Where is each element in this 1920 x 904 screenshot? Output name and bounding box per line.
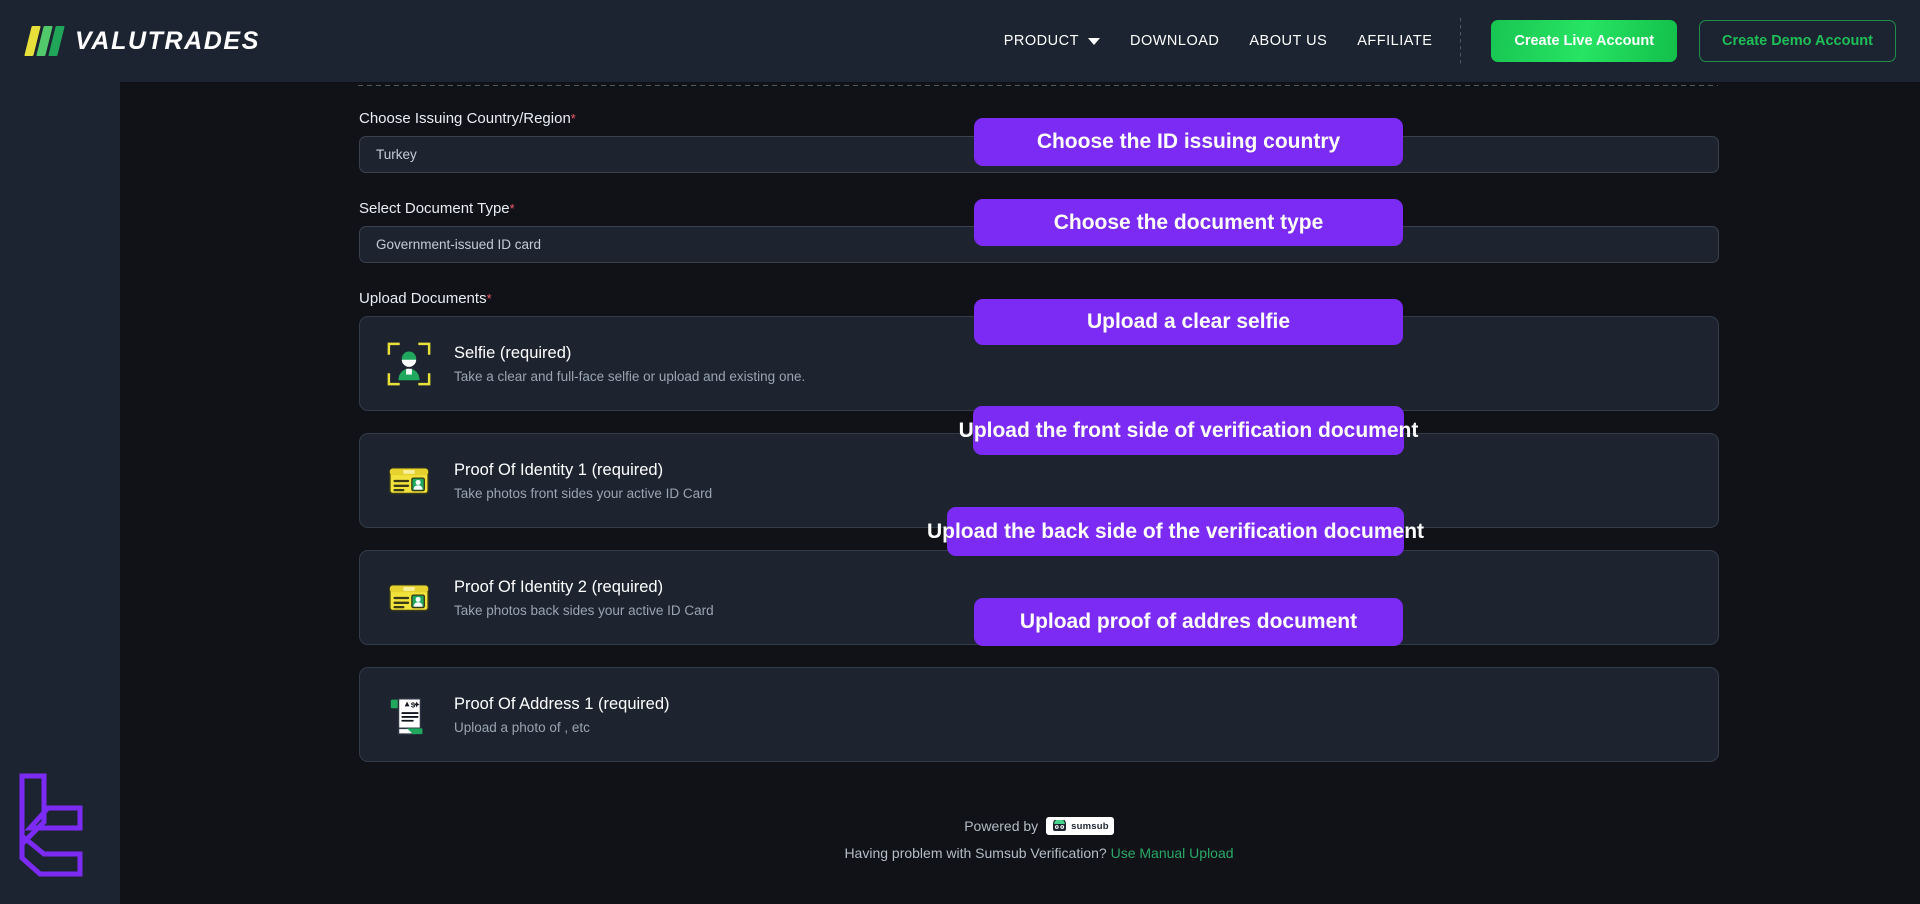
selfie-frame-icon (387, 342, 431, 385)
id-card-icon (389, 584, 429, 611)
annotation-upload-proof-of-address: Upload proof of addres document (974, 598, 1403, 646)
upload-card-poa-title: Proof Of Address 1 (required) (454, 694, 670, 713)
upload-card-poa-text: Proof Of Address 1 (required) Upload a p… (454, 695, 670, 735)
sidebar-watermark-logo-icon (19, 773, 83, 877)
chevron-down-icon (1087, 37, 1100, 45)
upload-card-poi2-title: Proof Of Identity 2 (required) (454, 577, 664, 596)
upload-documents-required-asterisk: * (486, 291, 492, 306)
verification-footer: Powered by sumsub Having problem with Su… (359, 817, 1719, 861)
brand-name: VALUTRADES (75, 26, 260, 55)
nav-item-download[interactable]: DOWNLOAD (1130, 33, 1219, 49)
nav-divider (1460, 18, 1462, 64)
document-type-label-text: Select Document Type (359, 200, 510, 217)
powered-by-label: Powered by (964, 818, 1039, 834)
use-manual-upload-link[interactable]: Use Manual Upload (1111, 845, 1234, 861)
country-required-asterisk: * (570, 111, 576, 126)
nav-item-product[interactable]: PRODUCT (1004, 33, 1100, 49)
section-divider (358, 85, 1718, 86)
upload-card-selfie-title: Selfie (required) (454, 343, 572, 362)
manual-upload-help-line: Having problem with Sumsub Verification?… (359, 845, 1719, 861)
annotation-upload-back-side: Upload the back side of the verification… (927, 507, 1424, 556)
document-type-select-value: Government-issued ID card (376, 237, 542, 252)
id-card-icon (389, 467, 429, 494)
sumsub-logo: sumsub (1046, 817, 1114, 835)
annotation-upload-front-side: Upload the front side of verification do… (959, 406, 1418, 455)
manual-upload-help-text: Having problem with Sumsub Verification? (844, 845, 1107, 861)
nav-item-affiliate[interactable]: AFFILIATE (1357, 33, 1432, 49)
upload-card-selfie-subtitle: Take a clear and full-face selfie or upl… (454, 368, 806, 384)
upload-card-poi2-subtitle: Take photos back sides your active ID Ca… (454, 602, 714, 618)
annotation-upload-selfie: Upload a clear selfie (974, 299, 1403, 345)
nav-item-product-label: PRODUCT (1003, 33, 1079, 49)
sumsub-wordmark: sumsub (1071, 820, 1109, 832)
left-sidebar-rail (0, 82, 120, 904)
powered-by-row: Powered by sumsub (359, 817, 1719, 835)
annotation-choose-document-type: Choose the document type (974, 199, 1403, 246)
address-document-icon: $ (390, 697, 423, 735)
nav-item-about-us[interactable]: ABOUT US (1249, 33, 1327, 49)
create-demo-account-button[interactable]: Create Demo Account (1699, 20, 1896, 62)
create-live-account-button[interactable]: Create Live Account (1491, 20, 1678, 62)
brand-logo[interactable]: VALUTRADES (24, 26, 260, 56)
upload-documents-label-text: Upload Documents (359, 290, 487, 307)
upload-card-poi2-text: Proof Of Identity 2 (required) Take phot… (454, 578, 714, 618)
top-navigation-bar: VALUTRADES PRODUCT DOWNLOAD ABOUT US AFF… (0, 0, 1920, 82)
upload-card-poa-subtitle: Upload a photo of , etc (454, 719, 590, 735)
upload-card-proof-of-address-1[interactable]: $ Proof Of Address 1 (required) Upload a… (359, 667, 1719, 762)
main-nav-links: PRODUCT DOWNLOAD ABOUT US AFFILIATE (1004, 33, 1433, 49)
country-label-text: Choose Issuing Country/Region (359, 110, 571, 127)
upload-card-poi1-subtitle: Take photos front sides your active ID C… (454, 485, 713, 501)
page-root: VALUTRADES PRODUCT DOWNLOAD ABOUT US AFF… (0, 0, 1920, 904)
annotation-choose-country: Choose the ID issuing country (974, 118, 1403, 166)
document-type-required-asterisk: * (509, 201, 515, 216)
country-select-value: Turkey (376, 147, 417, 162)
upload-card-poi1-title: Proof Of Identity 1 (required) (454, 460, 664, 479)
valutrades-logo-icon (24, 26, 65, 56)
upload-card-selfie-text: Selfie (required) Take a clear and full-… (454, 344, 805, 384)
upload-card-poi1-text: Proof Of Identity 1 (required) Take phot… (454, 461, 712, 501)
sumsub-mascot-icon (1053, 820, 1067, 831)
